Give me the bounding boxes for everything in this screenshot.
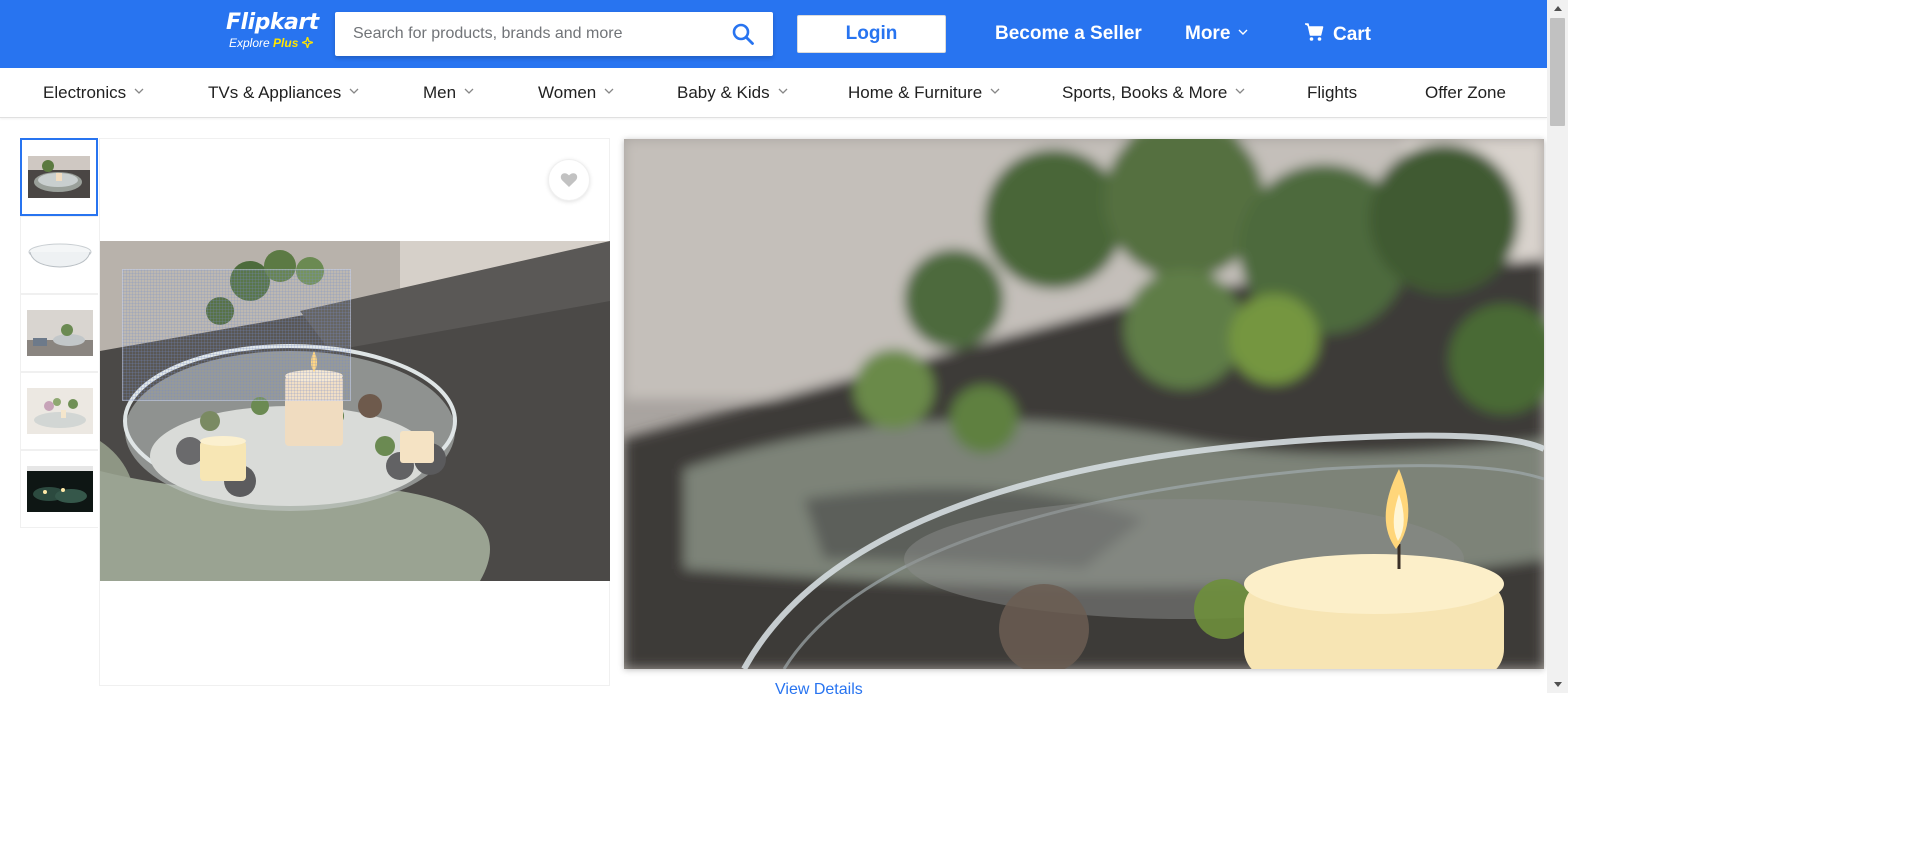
chevron-down-icon [1235,88,1245,94]
thumbnail-image [26,310,93,356]
category-label: Home & Furniture [848,83,983,102]
plus-star-icon [301,37,313,48]
category-label: Baby & Kids [677,83,770,102]
thumbnail-image [26,466,93,512]
logo-explore-text: Explore [229,36,270,50]
thumbnail-list [20,138,99,528]
flipkart-logo[interactable]: Flipkart Explore Plus [226,10,326,56]
chevron-down-icon [464,88,474,94]
chevron-down-icon [990,88,1000,94]
chevron-down-icon [604,88,614,94]
wishlist-button[interactable] [548,159,590,201]
thumbnail-image [28,156,90,198]
category-electronics[interactable]: Electronics [43,82,144,104]
search-bar [335,12,773,56]
category-label: TVs & Appliances [208,83,342,102]
category-men[interactable]: Men [423,82,474,104]
thumbnail-2[interactable] [20,216,98,294]
thumbnail-image [28,243,91,268]
category-bar: Electronics TVs & Appliances Men Women B… [0,68,1547,118]
product-image-panel [99,138,610,686]
category-home-furniture[interactable]: Home & Furniture [848,82,1000,104]
category-tvs-appliances[interactable]: TVs & Appliances [208,82,359,104]
login-button[interactable]: Login [797,15,946,53]
category-women[interactable]: Women [538,82,614,104]
thumbnail-3[interactable] [20,294,98,372]
scroll-down-arrow-icon[interactable] [1547,676,1568,693]
chevron-down-icon [778,88,788,94]
chevron-down-icon [134,88,144,94]
logo-tagline: Explore Plus [229,36,326,50]
cart-link[interactable]: Cart [1304,22,1371,47]
category-offer-zone[interactable]: Offer Zone [1425,82,1506,104]
top-header: Flipkart Explore Plus Login Become a Sel… [0,0,1547,68]
cart-icon [1305,23,1324,41]
chevron-down-icon [349,88,359,94]
category-label: Flights [1307,83,1358,102]
more-menu-label: More [1185,23,1231,44]
cart-label: Cart [1333,24,1372,45]
category-sports-books-more[interactable]: Sports, Books & More [1062,82,1245,104]
chevron-down-icon [1238,29,1248,35]
category-label: Men [423,83,457,102]
view-details-link[interactable]: View Details [775,680,863,700]
thumbnail-4[interactable] [20,372,98,450]
category-baby-kids[interactable]: Baby & Kids [677,82,788,104]
page-scrollbar[interactable] [1547,0,1568,693]
become-seller-link[interactable]: Become a Seller [995,22,1142,46]
search-input[interactable] [335,12,715,56]
thumbnail-image [26,388,93,434]
product-main-image[interactable] [100,241,610,581]
category-flights[interactable]: Flights [1307,82,1357,104]
scroll-up-arrow-icon[interactable] [1547,0,1568,17]
scrollbar-thumb[interactable] [1550,18,1565,126]
zoomed-product-image [624,139,1544,669]
category-label: Women [538,83,597,102]
thumbnail-5[interactable] [20,450,98,528]
more-menu[interactable]: More [1185,22,1248,46]
category-label: Sports, Books & More [1062,83,1228,102]
logo-wordmark: Flipkart [226,10,319,35]
category-label: Electronics [43,83,127,102]
category-label: Offer Zone [1425,83,1506,102]
zoom-preview-panel [624,139,1544,669]
search-icon[interactable] [731,22,755,46]
zoom-lens[interactable] [122,269,351,401]
logo-plus-text: Plus [273,36,299,50]
thumbnail-1[interactable] [20,138,98,216]
heart-icon [560,173,578,187]
